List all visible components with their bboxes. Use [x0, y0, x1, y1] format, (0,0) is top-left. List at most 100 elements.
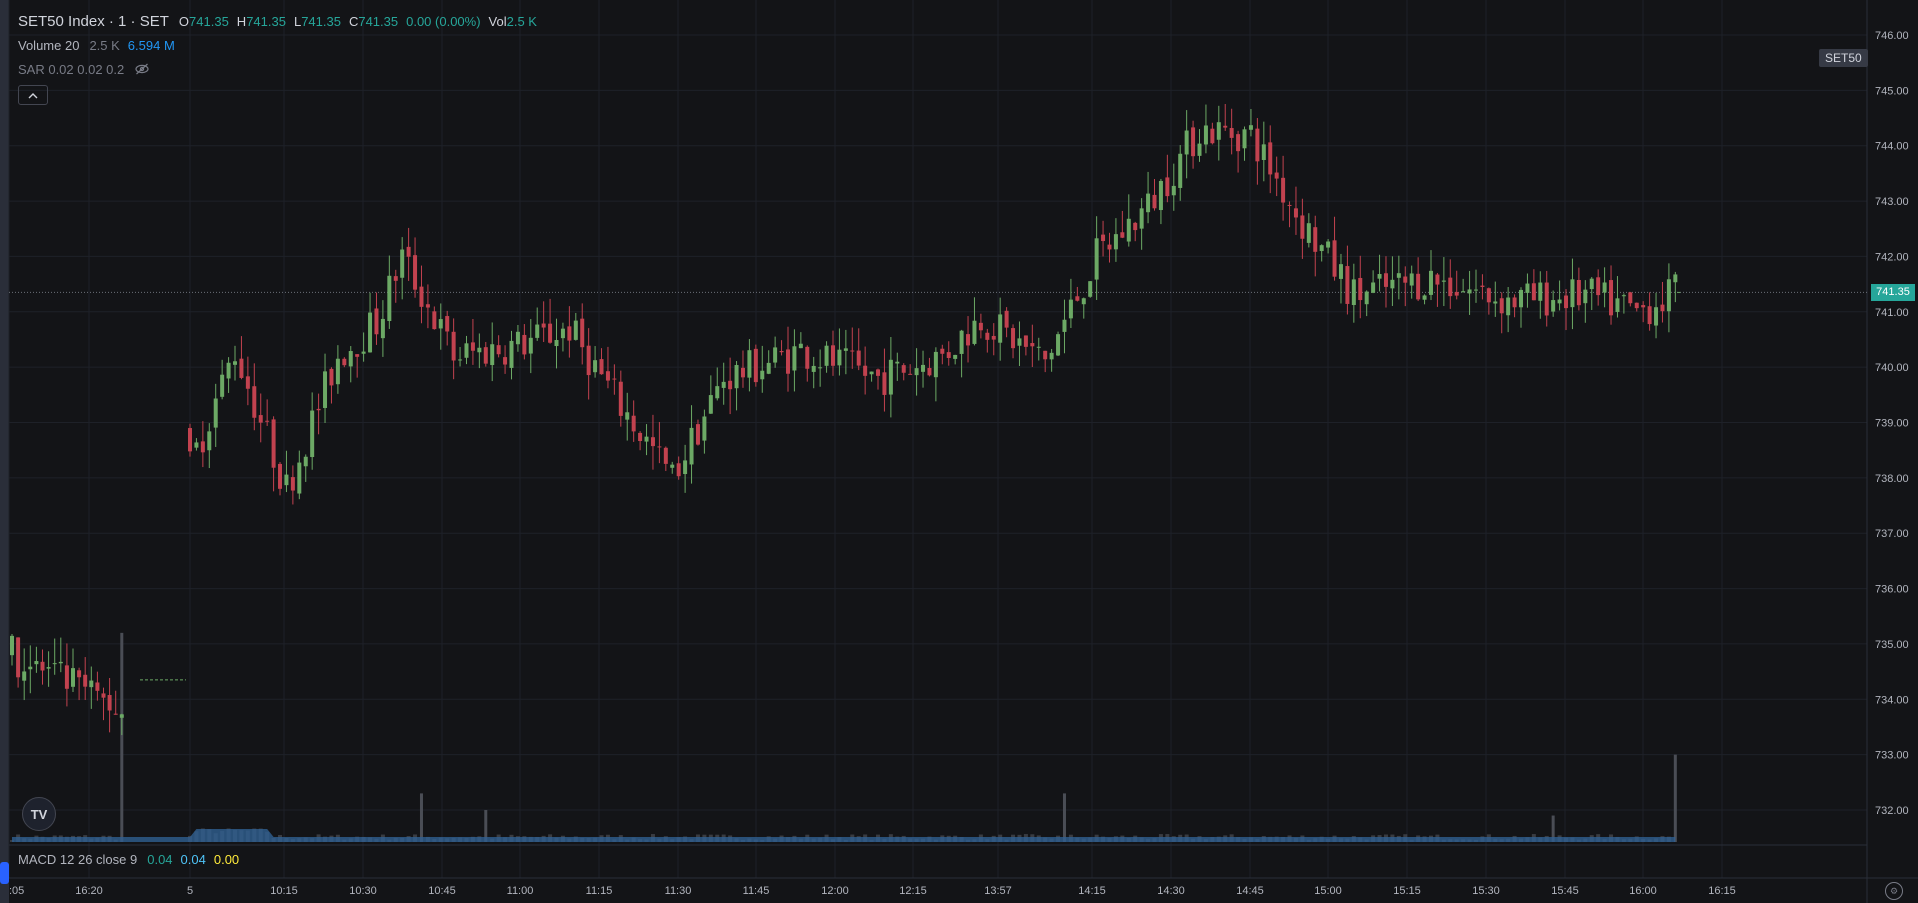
legend-volume-row[interactable]: Volume 20 2.5 K 6.594 M	[18, 33, 545, 57]
candle-body	[483, 347, 488, 364]
y-tick-label: 743.00	[1875, 196, 1909, 208]
candle-body	[348, 351, 353, 367]
ohlc-key-c: C	[348, 13, 359, 29]
candle-body	[451, 331, 456, 361]
legend: SET50 Index · 1 · SET O 741.35 H 741.35 L 741…	[18, 9, 545, 105]
candle-body	[1480, 285, 1485, 287]
candle-body	[1351, 279, 1356, 306]
candle-body	[1441, 280, 1446, 282]
x-tick-label: 11:15	[586, 885, 613, 897]
candle-body	[1319, 245, 1324, 252]
candle-body	[1030, 343, 1035, 347]
candle-body	[715, 386, 720, 399]
macd-value-2: 0.04	[180, 851, 206, 867]
candle-body	[1621, 295, 1626, 297]
candle-body	[1461, 291, 1466, 293]
candle-body	[290, 477, 295, 491]
x-tick-label: 16:20	[75, 885, 103, 897]
candle-body	[1191, 127, 1196, 157]
candle-body	[548, 323, 553, 343]
candle-body	[1062, 319, 1067, 332]
candle-body	[323, 371, 328, 408]
candle-body	[946, 352, 951, 358]
volume-ma-area	[12, 829, 1676, 842]
candle-body	[638, 432, 643, 442]
settings-icon[interactable]: ⚙	[1885, 882, 1903, 900]
candle-body	[71, 668, 75, 687]
scroll-handle[interactable]	[0, 862, 9, 884]
candle-body	[554, 339, 559, 347]
candle-body	[1101, 234, 1106, 242]
candle-body	[1338, 264, 1343, 279]
candle-body	[1332, 240, 1337, 277]
candle-body	[413, 255, 418, 290]
y-tick-label: 745.00	[1875, 85, 1909, 97]
candle-body	[882, 372, 887, 395]
candle-body	[1287, 204, 1292, 206]
y-tick-label: 741.00	[1875, 307, 1909, 319]
candle-body	[650, 437, 655, 447]
candle-body	[1641, 305, 1646, 308]
candle-body	[380, 318, 385, 339]
ohlc-value-o: 741.35	[189, 13, 229, 29]
eye-off-icon[interactable]	[134, 62, 150, 76]
candle-body	[1011, 328, 1016, 349]
candle-body	[1281, 177, 1286, 203]
candle-body	[888, 359, 893, 395]
volume-spike-bar	[1673, 754, 1677, 842]
x-tick-label: 13:57	[984, 885, 1012, 897]
candle-body	[40, 661, 45, 671]
candle-body	[1493, 301, 1498, 304]
candle-body	[695, 424, 700, 445]
y-tick-label: 737.00	[1875, 528, 1909, 540]
candle-body	[625, 412, 630, 420]
candle-body	[1596, 277, 1601, 296]
candle-body	[805, 346, 810, 369]
candle-body	[1043, 350, 1048, 360]
x-tick-label: 12:00	[821, 885, 849, 897]
candle-body	[1609, 280, 1614, 316]
candle-body	[824, 345, 829, 366]
legend-sar-row[interactable]: SAR 0.02 0.02 0.2	[18, 57, 545, 81]
candle-body	[811, 365, 816, 372]
candle-body	[1570, 279, 1575, 308]
candle-body	[1178, 153, 1183, 188]
candle-body	[721, 381, 726, 388]
candle-body	[1551, 300, 1556, 312]
volume-indicator-name: Volume 20	[18, 37, 80, 53]
candle-body	[458, 359, 463, 361]
y-tick-label: 742.00	[1875, 251, 1909, 263]
chart-plot[interactable]: 746.00 745.00 744.00 743.00 742.00 741.00 740.…	[0, 0, 1918, 903]
candle-body	[265, 420, 270, 422]
volume-spike-bar	[419, 793, 423, 842]
chart-frame: 746.00 745.00 744.00 743.00 742.00 741.00 740.…	[0, 0, 1918, 903]
candle-body	[400, 249, 405, 278]
candle-body	[599, 359, 604, 375]
candle-body	[1390, 279, 1395, 289]
x-tick-label: 16:15	[1708, 885, 1736, 897]
candle-body	[657, 446, 662, 448]
candle-body	[335, 358, 340, 385]
ohlc-value-h: 741.35	[246, 13, 286, 29]
candle-body	[1210, 128, 1215, 144]
candle-body	[252, 386, 257, 418]
candle-body	[1113, 234, 1118, 250]
candle-body	[1326, 241, 1331, 248]
ohlc-values: O 741.35 H 741.35 L 741.35 C 741.35 0.00 (0.00%)	[179, 14, 489, 29]
candle-body	[914, 368, 919, 376]
candle-body	[1647, 306, 1652, 325]
collapse-legend-button[interactable]	[18, 85, 48, 105]
symbol-title[interactable]: SET50 Index · 1 · SET	[18, 13, 169, 30]
candle-body	[119, 714, 124, 718]
candle-body	[509, 340, 514, 368]
x-tick-label: 15:15	[1393, 885, 1421, 897]
tradingview-logo-icon[interactable]: TV	[22, 797, 56, 831]
candle-body	[818, 367, 823, 369]
macd-legend[interactable]: MACD 12 26 close 9 0.04 0.04 0.00	[18, 849, 247, 869]
candle-body	[361, 351, 366, 354]
candle-body	[303, 456, 308, 467]
candle-body	[342, 358, 347, 366]
candle-body	[1634, 302, 1639, 309]
candle-body	[355, 354, 360, 357]
volume-spike-bar	[1062, 793, 1066, 842]
